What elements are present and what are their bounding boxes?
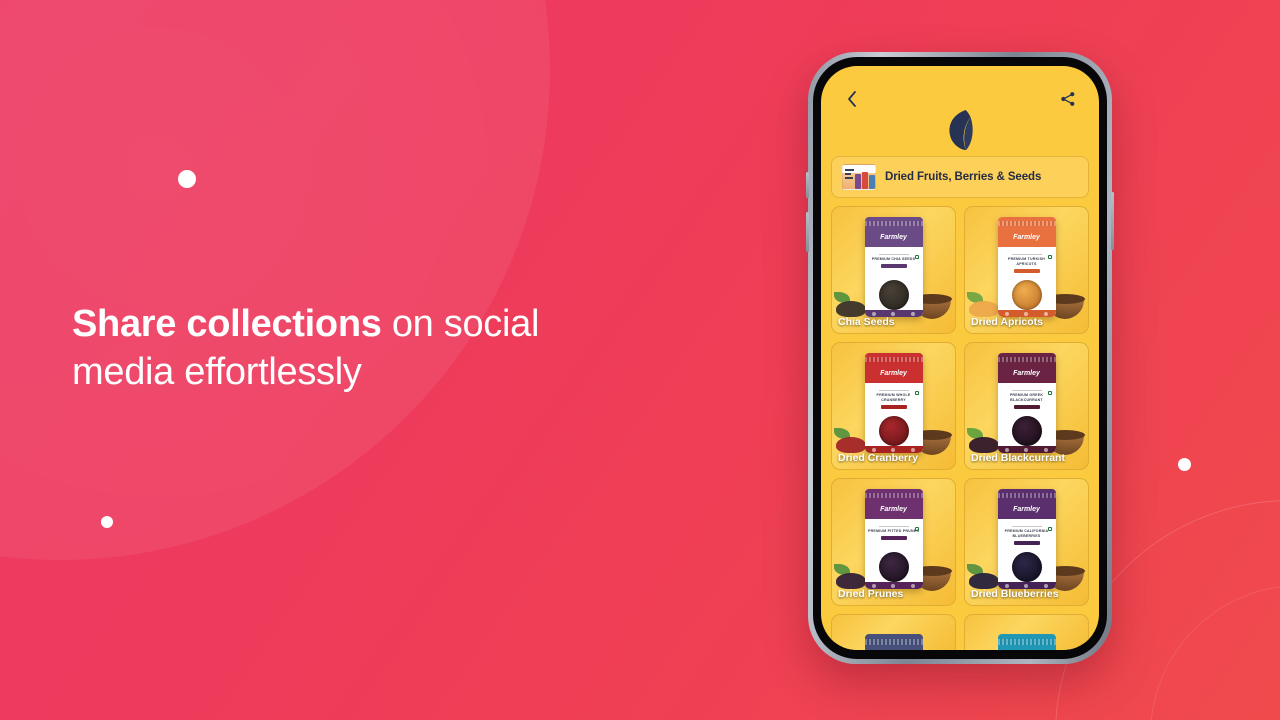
veg-mark-icon <box>1047 527 1052 531</box>
product-card[interactable]: Farmley PREMIUM TURKISH APRICOTS Dried A… <box>964 206 1089 334</box>
product-grid: Farmley PREMIUM CHIA SEEDS Chia Seeds Fa… <box>831 206 1089 606</box>
product-card[interactable]: Farmley PREMIUM CALIFORNIA BLUEBERRIES D… <box>964 478 1089 606</box>
share-icon <box>1061 92 1075 106</box>
scatter-prop <box>836 437 866 453</box>
headline-rest: on social <box>381 303 540 345</box>
veg-mark-icon <box>1047 391 1052 395</box>
pouch-brand: Farmley <box>1013 234 1040 241</box>
scatter-prop <box>969 573 999 589</box>
product-card[interactable] <box>831 614 956 650</box>
leaf-logo-icon <box>949 110 973 150</box>
decorative-dot-2 <box>101 516 113 528</box>
share-button[interactable] <box>1057 88 1079 110</box>
chevron-left-icon <box>848 91 856 107</box>
collection-title: Dried Fruits, Berries & Seeds <box>885 171 1042 183</box>
product-label: Dried Apricots <box>971 316 1043 328</box>
scatter-prop <box>836 573 866 589</box>
collection-header[interactable]: Dried Fruits, Berries & Seeds <box>831 156 1089 198</box>
product-card[interactable]: Farmley PREMIUM PITTED PRUNES Dried Prun… <box>831 478 956 606</box>
product-card[interactable]: Farmley PREMIUM GREEK BLACKCURRANT Dried… <box>964 342 1089 470</box>
product-pouch <box>864 634 923 650</box>
veg-mark-icon <box>914 527 919 531</box>
scatter-prop <box>969 301 999 317</box>
back-button[interactable] <box>841 88 863 110</box>
product-label: Dried Blueberries <box>971 588 1059 600</box>
product-label: Chia Seeds <box>838 316 895 328</box>
product-pouch: Farmley PREMIUM CHIA SEEDS <box>864 217 923 317</box>
app-screen: Dried Fruits, Berries & Seeds Farmley PR… <box>821 66 1099 650</box>
collection-thumbnail-icon <box>842 164 876 190</box>
product-label: Dried Blackcurrant <box>971 452 1065 464</box>
product-pouch: Farmley PREMIUM TURKISH APRICOTS <box>997 217 1056 317</box>
veg-mark-icon <box>914 391 919 395</box>
phone-bezel: Dried Fruits, Berries & Seeds Farmley PR… <box>813 57 1107 659</box>
pouch-brand: Farmley <box>1013 370 1040 377</box>
app-topbar <box>821 66 1099 150</box>
product-pouch: Farmley PREMIUM GREEK BLACKCURRANT <box>997 353 1056 453</box>
product-pouch <box>997 634 1056 650</box>
product-card[interactable] <box>964 614 1089 650</box>
pouch-brand: Farmley <box>1013 506 1040 513</box>
veg-mark-icon <box>914 255 919 259</box>
background-blob-top-left <box>0 0 550 560</box>
phone-volume-button[interactable] <box>806 212 809 252</box>
pouch-brand: Farmley <box>880 506 907 513</box>
headline: Share collections on social media effort… <box>72 300 672 396</box>
product-grid-next-row <box>831 614 1089 650</box>
pouch-brand: Farmley <box>880 234 907 241</box>
product-label: Dried Prunes <box>838 588 904 600</box>
product-pouch: Farmley PREMIUM CALIFORNIA BLUEBERRIES <box>997 489 1056 589</box>
product-pouch: Farmley PREMIUM PITTED PRUNES <box>864 489 923 589</box>
product-card[interactable]: Farmley PREMIUM CHIA SEEDS Chia Seeds <box>831 206 956 334</box>
headline-line2: media effortlessly <box>72 351 362 393</box>
phone-mockup: Dried Fruits, Berries & Seeds Farmley PR… <box>806 52 1114 664</box>
veg-mark-icon <box>1047 255 1052 259</box>
decorative-dot-3 <box>1178 458 1191 471</box>
headline-bold: Share collections <box>72 303 382 345</box>
phone-power-button[interactable] <box>1111 192 1114 250</box>
decorative-dot-1 <box>178 170 196 188</box>
pouch-brand: Farmley <box>880 370 907 377</box>
scatter-prop <box>969 437 999 453</box>
phone-mute-button[interactable] <box>806 172 809 198</box>
product-card[interactable]: Farmley PREMIUM WHOLE CRANBERRY Dried Cr… <box>831 342 956 470</box>
product-label: Dried Cranberry <box>838 452 918 464</box>
product-pouch: Farmley PREMIUM WHOLE CRANBERRY <box>864 353 923 453</box>
brand-logo <box>821 108 1099 152</box>
scatter-prop <box>836 301 866 317</box>
